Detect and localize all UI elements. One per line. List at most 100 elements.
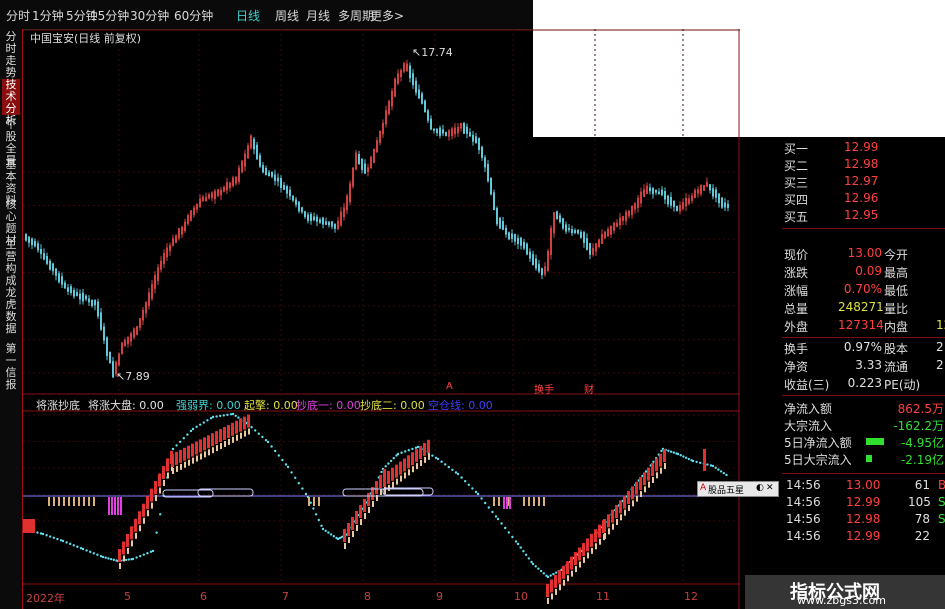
oscillator-dot <box>189 429 193 433</box>
high-price-label: ↖17.74 <box>412 46 453 59</box>
candle-body <box>379 130 381 143</box>
oscillator-dot <box>226 413 229 417</box>
oscillator-dot <box>467 483 470 486</box>
candle-body <box>442 129 444 134</box>
oscillator-dot <box>290 471 293 474</box>
candle-body <box>451 128 453 137</box>
sidebar-tab-0[interactable]: 分时走势 <box>2 31 20 79</box>
indicator-bar-red <box>586 538 589 552</box>
candle-body <box>592 247 594 255</box>
indicator-bar-red <box>183 447 186 461</box>
timeframe-10[interactable]: 更多> <box>370 7 404 24</box>
candle-body <box>571 229 573 234</box>
candle-body <box>604 231 606 239</box>
sidebar-tab-3[interactable]: 基本资料 <box>2 159 20 207</box>
candle-body <box>562 218 564 229</box>
stat-label2: 最低 <box>884 284 909 298</box>
month-label: 2022年 <box>26 592 65 605</box>
popup-moon-icon[interactable]: ◐ <box>756 483 764 493</box>
timeframe-0[interactable]: 分时 <box>6 7 30 24</box>
sidebar-tab-7[interactable]: 第一信报 <box>2 343 20 403</box>
timeframe-6[interactable]: 日线 <box>236 7 260 24</box>
indicator-bar-tan <box>368 507 370 513</box>
oscillator-dot <box>89 550 92 554</box>
timeframe-7[interactable]: 周线 <box>275 7 299 24</box>
indicator-bar-tan <box>579 561 581 568</box>
candle-body <box>163 252 165 265</box>
oscillator-dot <box>61 539 65 543</box>
sidebar-tab-1[interactable]: 技术分析 <box>2 79 20 127</box>
indicator-bar-tan <box>612 523 614 530</box>
sidebar-tab-6[interactable]: 龙虎数据 <box>2 287 20 339</box>
indicator-bar-tan <box>159 487 161 494</box>
candle-body <box>601 234 603 245</box>
candle-body <box>121 342 123 355</box>
oscillator-dot <box>320 524 323 527</box>
sidebar-tab-4[interactable]: 核心题材 <box>2 199 20 247</box>
candle-body <box>226 182 228 191</box>
oscillator-dot <box>530 560 533 564</box>
oscillator-dot <box>487 506 490 509</box>
popup-label: 股品五星 <box>708 486 745 496</box>
candle-body <box>625 211 627 222</box>
timeframe-1[interactable]: 1分钟 <box>32 7 64 24</box>
oscillator-dot <box>237 416 240 419</box>
oscillator-dot <box>151 549 155 553</box>
oscillator-dot <box>691 459 695 463</box>
timeframe-9[interactable]: 多周期 <box>338 7 374 24</box>
oscillator-dot <box>124 558 128 562</box>
candle-body <box>34 240 36 247</box>
stat-extra: 12 <box>936 318 945 332</box>
kline-chart[interactable] <box>23 29 740 609</box>
stat-label: 现价 <box>784 248 809 262</box>
indicator-bar-red <box>639 477 642 490</box>
oscillator-dot <box>264 439 268 442</box>
candle-body <box>529 251 531 259</box>
marker-c: 财 <box>584 385 594 396</box>
timeframe-3[interactable]: 15分钟 <box>90 7 129 24</box>
candle-body <box>280 178 282 189</box>
indicator-bar-tan <box>155 495 157 502</box>
popup-toolbar[interactable]: A 股品五星 ◐ ✕ <box>697 481 779 497</box>
indicator-block <box>538 497 540 506</box>
candle-body <box>97 301 99 317</box>
indicator-bar-tan <box>119 563 121 569</box>
candle-body <box>394 78 396 97</box>
oscillator-dot <box>480 497 483 500</box>
oscillator-dot <box>672 451 675 454</box>
candle-body <box>688 198 690 204</box>
stat-label: 外盘 <box>784 320 809 334</box>
candle-body <box>340 211 342 226</box>
indicator-bar-tan <box>380 489 382 495</box>
indicator-bar-tan <box>563 579 565 586</box>
indicator-bar-red <box>150 488 153 502</box>
candle-body <box>325 221 327 225</box>
candle-body <box>565 224 567 232</box>
watermark-url: www.zbgs3.com <box>797 594 886 607</box>
marker-b: 换手 <box>534 385 554 396</box>
popup-close-icon[interactable]: ✕ <box>766 483 774 493</box>
oscillator-dot <box>500 522 503 525</box>
sidebar-tab-2[interactable]: 个股全景 <box>2 119 20 167</box>
tick-side: B <box>938 478 945 492</box>
oscillator-dot <box>317 518 320 522</box>
candle-body <box>532 254 534 265</box>
candle-body <box>310 213 312 222</box>
timeframe-8[interactable]: 月线 <box>306 7 330 24</box>
candle-body <box>181 226 183 235</box>
indicator-bar-red <box>594 529 597 543</box>
timeframe-5[interactable]: 60分钟 <box>174 7 213 24</box>
flow-bar <box>866 438 884 445</box>
indicator-bar-red <box>175 451 178 465</box>
candle-body <box>538 264 540 272</box>
indicator-bar-red <box>227 424 230 438</box>
candle-body <box>388 100 390 115</box>
tick-time: 14:56 <box>786 478 821 492</box>
oscillator-dot <box>460 476 463 479</box>
indicator-block <box>543 497 545 506</box>
timeframe-4[interactable]: 30分钟 <box>130 7 169 24</box>
oscillator-dot <box>404 450 407 453</box>
candle-body <box>559 215 561 223</box>
candle-body <box>514 234 516 242</box>
sidebar-tab-5[interactable]: 主营构成 <box>2 239 20 287</box>
